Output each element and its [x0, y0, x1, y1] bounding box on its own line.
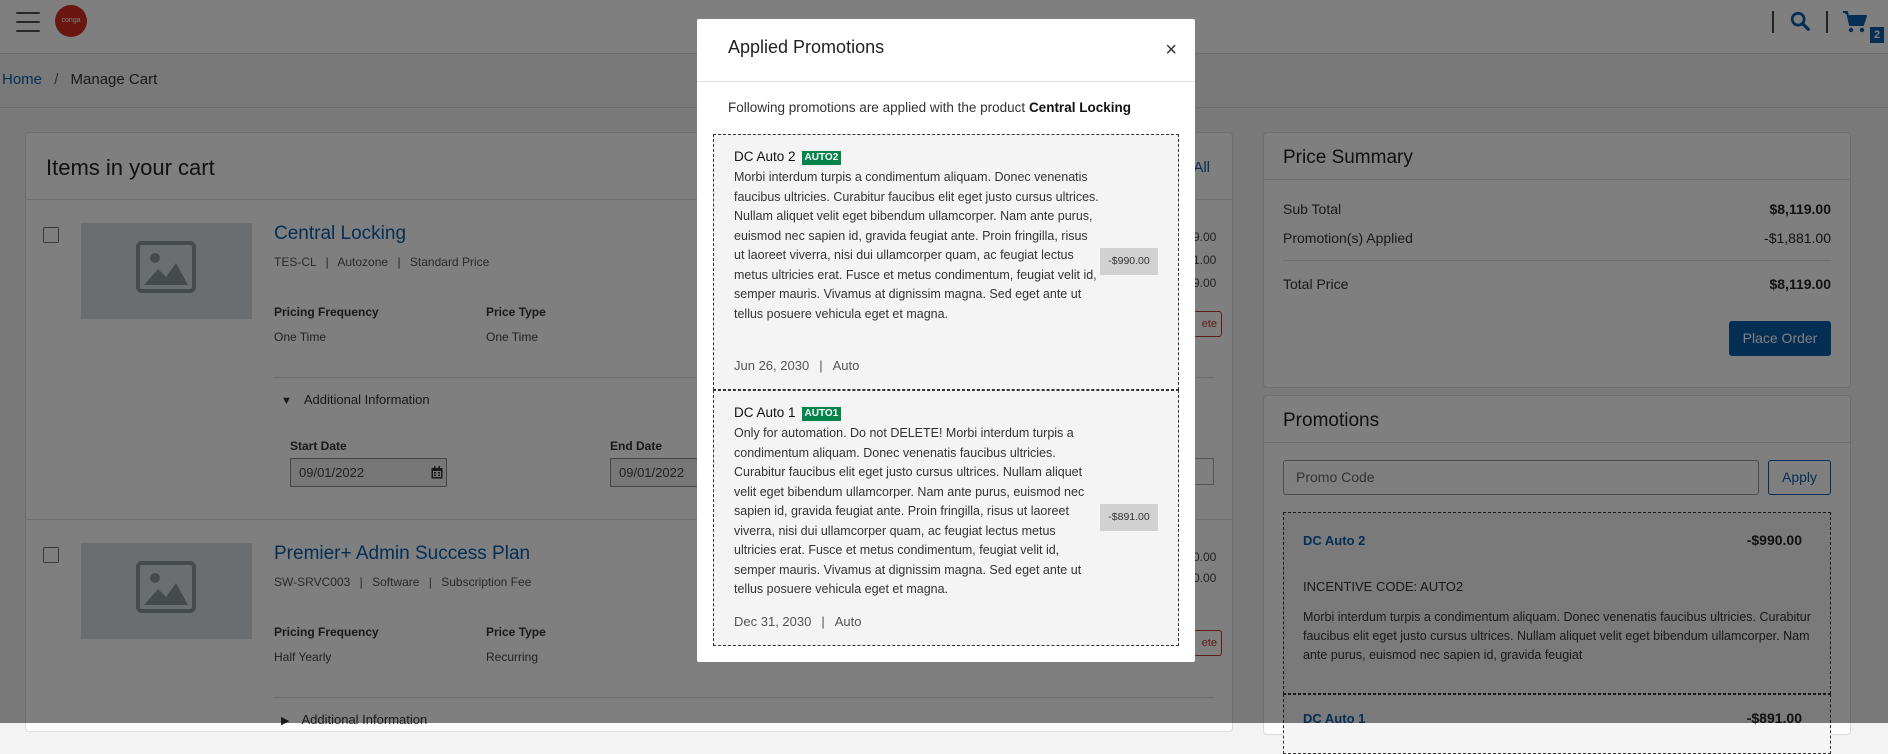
close-icon[interactable]: ×: [1165, 40, 1177, 60]
modal-intro: Following promotions are applied with th…: [728, 100, 1131, 115]
promotion-end-date: Dec 31, 2030: [734, 614, 812, 629]
promotion-title: DC Auto 2 AUTO2: [734, 149, 842, 165]
promotion-footer: Jun 26, 2030 | Auto: [734, 358, 860, 373]
promotion-amount-badge: -$990.00: [1100, 248, 1158, 275]
promotion-code-badge: AUTO2: [801, 151, 842, 165]
promotion-code-badge: AUTO1: [801, 407, 842, 421]
promotion-title: DC Auto 1 AUTO1: [734, 405, 842, 421]
applied-promotion-item: DC Auto 2 AUTO2 Morbi interdum turpis a c…: [713, 134, 1179, 390]
promotion-name: DC Auto 2: [734, 149, 796, 164]
promotion-footer: Dec 31, 2030 | Auto: [734, 614, 862, 629]
promotion-amount-badge: -$891.00: [1100, 504, 1158, 531]
promotion-type: Auto: [834, 614, 862, 629]
applied-promotions-modal: Applied Promotions × Following promotion…: [697, 19, 1195, 662]
promotion-end-date: Jun 26, 2030: [734, 358, 810, 373]
modal-product-name: Central Locking: [1028, 100, 1131, 115]
modal-title: Applied Promotions: [728, 37, 885, 57]
divider: [697, 81, 1195, 82]
applied-promotion-item: DC Auto 1 AUTO1 Only for automation. Do n…: [713, 390, 1179, 646]
promotion-description: Only for automation. Do not DELETE! Morb…: [734, 426, 1085, 596]
promotion-name: DC Auto 1: [734, 405, 796, 420]
promotion-type: Auto: [832, 358, 860, 373]
promotion-description: Morbi interdum turpis a condimentum aliq…: [734, 170, 1099, 321]
